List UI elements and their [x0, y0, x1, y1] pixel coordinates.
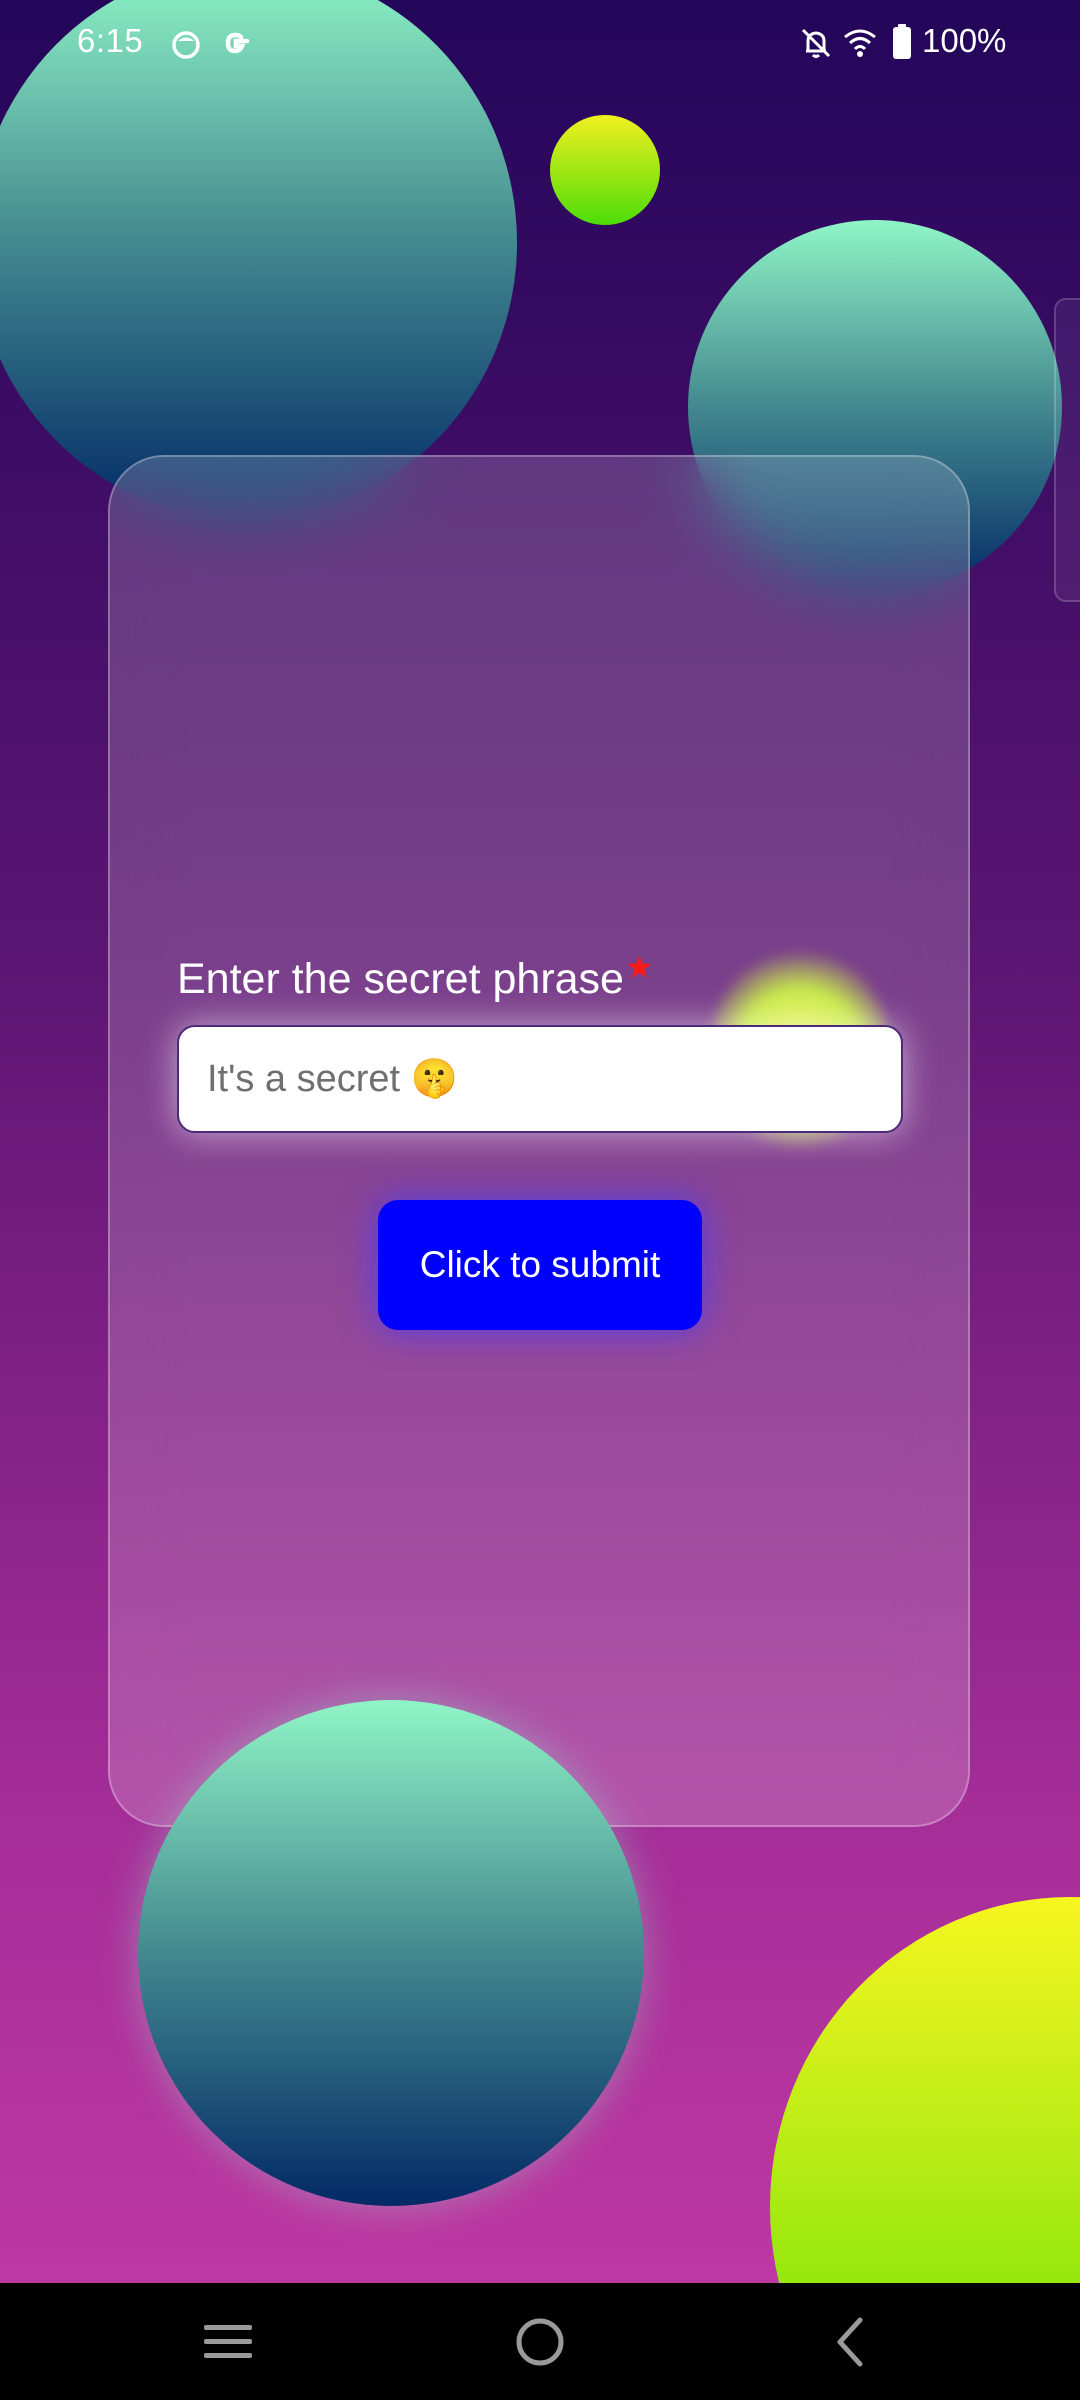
google-icon [219, 26, 253, 65]
submit-button[interactable]: Click to submit [378, 1200, 702, 1330]
decorative-orb-bottom [138, 1700, 644, 2206]
recents-button[interactable] [148, 2283, 308, 2400]
status-bar: 6:15 100% [0, 0, 1080, 92]
navigation-bar [0, 2283, 1080, 2400]
secret-phrase-input[interactable] [177, 1025, 903, 1133]
bell-off-icon [798, 25, 834, 66]
battery-percent: 100% [922, 22, 1007, 59]
wifi-icon [842, 26, 878, 63]
required-star-icon: ★ [625, 949, 654, 985]
back-icon [837, 2317, 863, 2366]
screen: Enter the secret phrase ★ Click to submi… [0, 0, 1080, 2400]
decorative-orb-small-lime [550, 115, 660, 225]
back-button[interactable] [770, 2283, 930, 2400]
battery-icon [892, 24, 912, 65]
secret-phrase-label: Enter the secret phrase [177, 955, 624, 1003]
app-notification-icon [170, 28, 202, 65]
recents-icon [204, 2324, 252, 2358]
home-icon [516, 2318, 564, 2365]
status-time: 6:15 [77, 22, 144, 59]
edge-panel-handle[interactable] [1054, 298, 1080, 602]
glass-card [108, 455, 970, 1827]
home-button[interactable] [460, 2283, 620, 2400]
